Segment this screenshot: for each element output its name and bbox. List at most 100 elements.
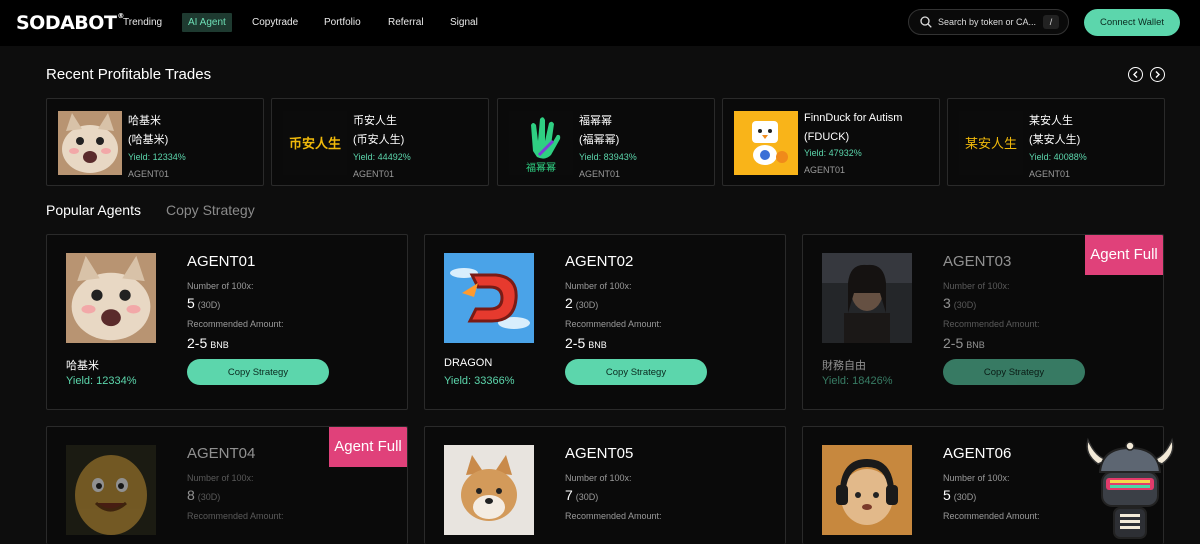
- tab-popular-agents[interactable]: Popular Agents: [46, 202, 141, 218]
- agent-token: DRAGON: [444, 357, 493, 369]
- nav-ai-agent[interactable]: AI Agent: [182, 13, 232, 32]
- duck-logo-icon: [734, 111, 798, 175]
- label-amount: Recommended Amount:: [565, 511, 662, 521]
- copy-strategy-button[interactable]: Copy Strategy: [943, 359, 1085, 385]
- nav-referral[interactable]: Referral: [388, 17, 424, 28]
- prev-arrow-button[interactable]: [1128, 67, 1143, 82]
- period: (30D): [575, 300, 599, 310]
- trade-yield: Yield: 47932%: [804, 148, 862, 158]
- num-100x: 5: [187, 295, 195, 311]
- nav-portfolio[interactable]: Portfolio: [324, 17, 361, 28]
- trade-name: FinnDuck for Autism: [804, 112, 903, 124]
- trade-yield: Yield: 40088%: [1029, 152, 1087, 162]
- agent-yield: Yield: 18426%: [822, 375, 893, 387]
- trade-name: 某安人生: [1029, 115, 1073, 127]
- svg-text:福幂幂: 福幂幂: [526, 161, 556, 174]
- text-logo-icon: 某安人生: [959, 111, 1023, 175]
- trade-symbol: (哈基米): [128, 134, 169, 146]
- agent-card[interactable]: AGENT02 Number of 100x: 2 (30D) Recommend…: [424, 234, 786, 410]
- cat-meme-icon: [58, 111, 122, 175]
- trade-card[interactable]: 哈基米 (哈基米) Yield: 12334% AGENT01: [46, 98, 264, 186]
- num-100x: 3: [943, 295, 951, 311]
- agent-card[interactable]: AGENT03 Number of 100x: 3 (30D) Recommend…: [802, 234, 1164, 410]
- search-icon: [920, 16, 932, 28]
- nav-copytrade[interactable]: Copytrade: [252, 17, 298, 28]
- num-100x: 7: [565, 487, 573, 503]
- shiba-dog-icon: [444, 445, 534, 535]
- label-100x: Number of 100x:: [187, 281, 254, 291]
- unit: BNB: [966, 340, 985, 350]
- top-nav: SODABOT® Trending AI Agent Copytrade Por…: [0, 0, 1200, 46]
- trade-yield: Yield: 44492%: [353, 152, 411, 162]
- copy-strategy-button[interactable]: Copy Strategy: [187, 359, 329, 385]
- agent-card[interactable]: AGENT01 Number of 100x: 5 (30D) Recommend…: [46, 234, 408, 410]
- agent-card[interactable]: AGENT04 Number of 100x: 8 (30D) Recommend…: [46, 426, 408, 544]
- label-100x: Number of 100x:: [565, 473, 632, 483]
- trade-symbol: (币安人生): [353, 134, 405, 146]
- period: (30D): [197, 300, 221, 310]
- search-box[interactable]: /: [908, 9, 1069, 35]
- agent-name: AGENT01: [187, 253, 256, 270]
- svg-text:币安人生: 币安人生: [289, 136, 341, 152]
- trade-name: 福幂幂: [579, 115, 612, 127]
- label-100x: Number of 100x:: [943, 473, 1010, 483]
- trade-agent: AGENT01: [128, 169, 170, 179]
- cat-headphones-icon: [822, 445, 912, 535]
- num-100x: 2: [565, 295, 573, 311]
- period: (30D): [197, 492, 221, 502]
- agent-name: AGENT04: [187, 445, 256, 462]
- label-amount: Recommended Amount:: [565, 319, 662, 329]
- label-amount: Recommended Amount:: [943, 511, 1040, 521]
- trade-yield: Yield: 12334%: [128, 152, 186, 162]
- amount: 2-5: [187, 335, 208, 351]
- next-arrow-button[interactable]: [1150, 67, 1165, 82]
- trade-symbol: (某安人生): [1029, 134, 1081, 146]
- chevron-right-icon: [1155, 71, 1160, 78]
- trade-card[interactable]: 福幂幂 福幂幂 (福幂幂) Yield: 83943% AGENT01: [497, 98, 715, 186]
- sodabot-logo[interactable]: SODABOT®: [16, 12, 124, 34]
- unit: BNB: [588, 340, 607, 350]
- label-amount: Recommended Amount:: [187, 319, 284, 329]
- copy-strategy-button[interactable]: Copy Strategy: [565, 359, 707, 385]
- trade-card[interactable]: 某安人生 某安人生 (某安人生) Yield: 40088% AGENT01: [947, 98, 1165, 186]
- agent-card[interactable]: AGENT05 Number of 100x: 7 (30D) Recommend…: [424, 426, 786, 544]
- viking-bot-mascot-icon[interactable]: [1080, 436, 1180, 544]
- label-100x: Number of 100x:: [943, 281, 1010, 291]
- agent-name: AGENT06: [943, 445, 1012, 462]
- tab-copy-strategy[interactable]: Copy Strategy: [166, 202, 255, 218]
- trade-yield: Yield: 83943%: [579, 152, 637, 162]
- man-photo-icon: [822, 253, 912, 343]
- trade-card[interactable]: 币安人生 币安人生 (币安人生) Yield: 44492% AGENT01: [271, 98, 489, 186]
- period: (30D): [953, 492, 977, 502]
- trade-card[interactable]: FinnDuck for Autism (FDUCK) Yield: 47932%…: [722, 98, 940, 186]
- nav-signal[interactable]: Signal: [450, 17, 478, 28]
- trade-name: 哈基米: [128, 115, 161, 127]
- num-100x: 8: [187, 487, 195, 503]
- amount: 2-5: [565, 335, 586, 351]
- trade-agent: AGENT01: [804, 165, 846, 175]
- search-input[interactable]: [938, 15, 1042, 29]
- cat-meme-icon: [66, 253, 156, 343]
- dragon-logo-icon: [444, 253, 534, 343]
- connect-wallet-button[interactable]: Connect Wallet: [1084, 9, 1180, 36]
- label-amount: Recommended Amount:: [943, 319, 1040, 329]
- period: (30D): [575, 492, 599, 502]
- label-amount: Recommended Amount:: [187, 511, 284, 521]
- agent-name: AGENT02: [565, 253, 634, 270]
- trade-agent: AGENT01: [579, 169, 621, 179]
- trade-symbol: (FDUCK): [804, 131, 850, 143]
- trade-agent: AGENT01: [1029, 169, 1071, 179]
- amount: 2-5: [943, 335, 964, 351]
- nav-trending[interactable]: Trending: [123, 17, 162, 28]
- unit: BNB: [210, 340, 229, 350]
- agent-full-badge: Agent Full: [1085, 235, 1163, 275]
- agent-yield: Yield: 33366%: [444, 375, 515, 387]
- agent-full-badge: Agent Full: [329, 427, 407, 467]
- binance-life-logo-icon: 币安人生: [283, 111, 347, 175]
- agent-name: AGENT03: [943, 253, 1012, 270]
- search-shortcut-key: /: [1043, 15, 1059, 29]
- potato-character-icon: [66, 445, 156, 535]
- agent-name: AGENT05: [565, 445, 634, 462]
- period: (30D): [953, 300, 977, 310]
- chevron-left-icon: [1133, 71, 1138, 78]
